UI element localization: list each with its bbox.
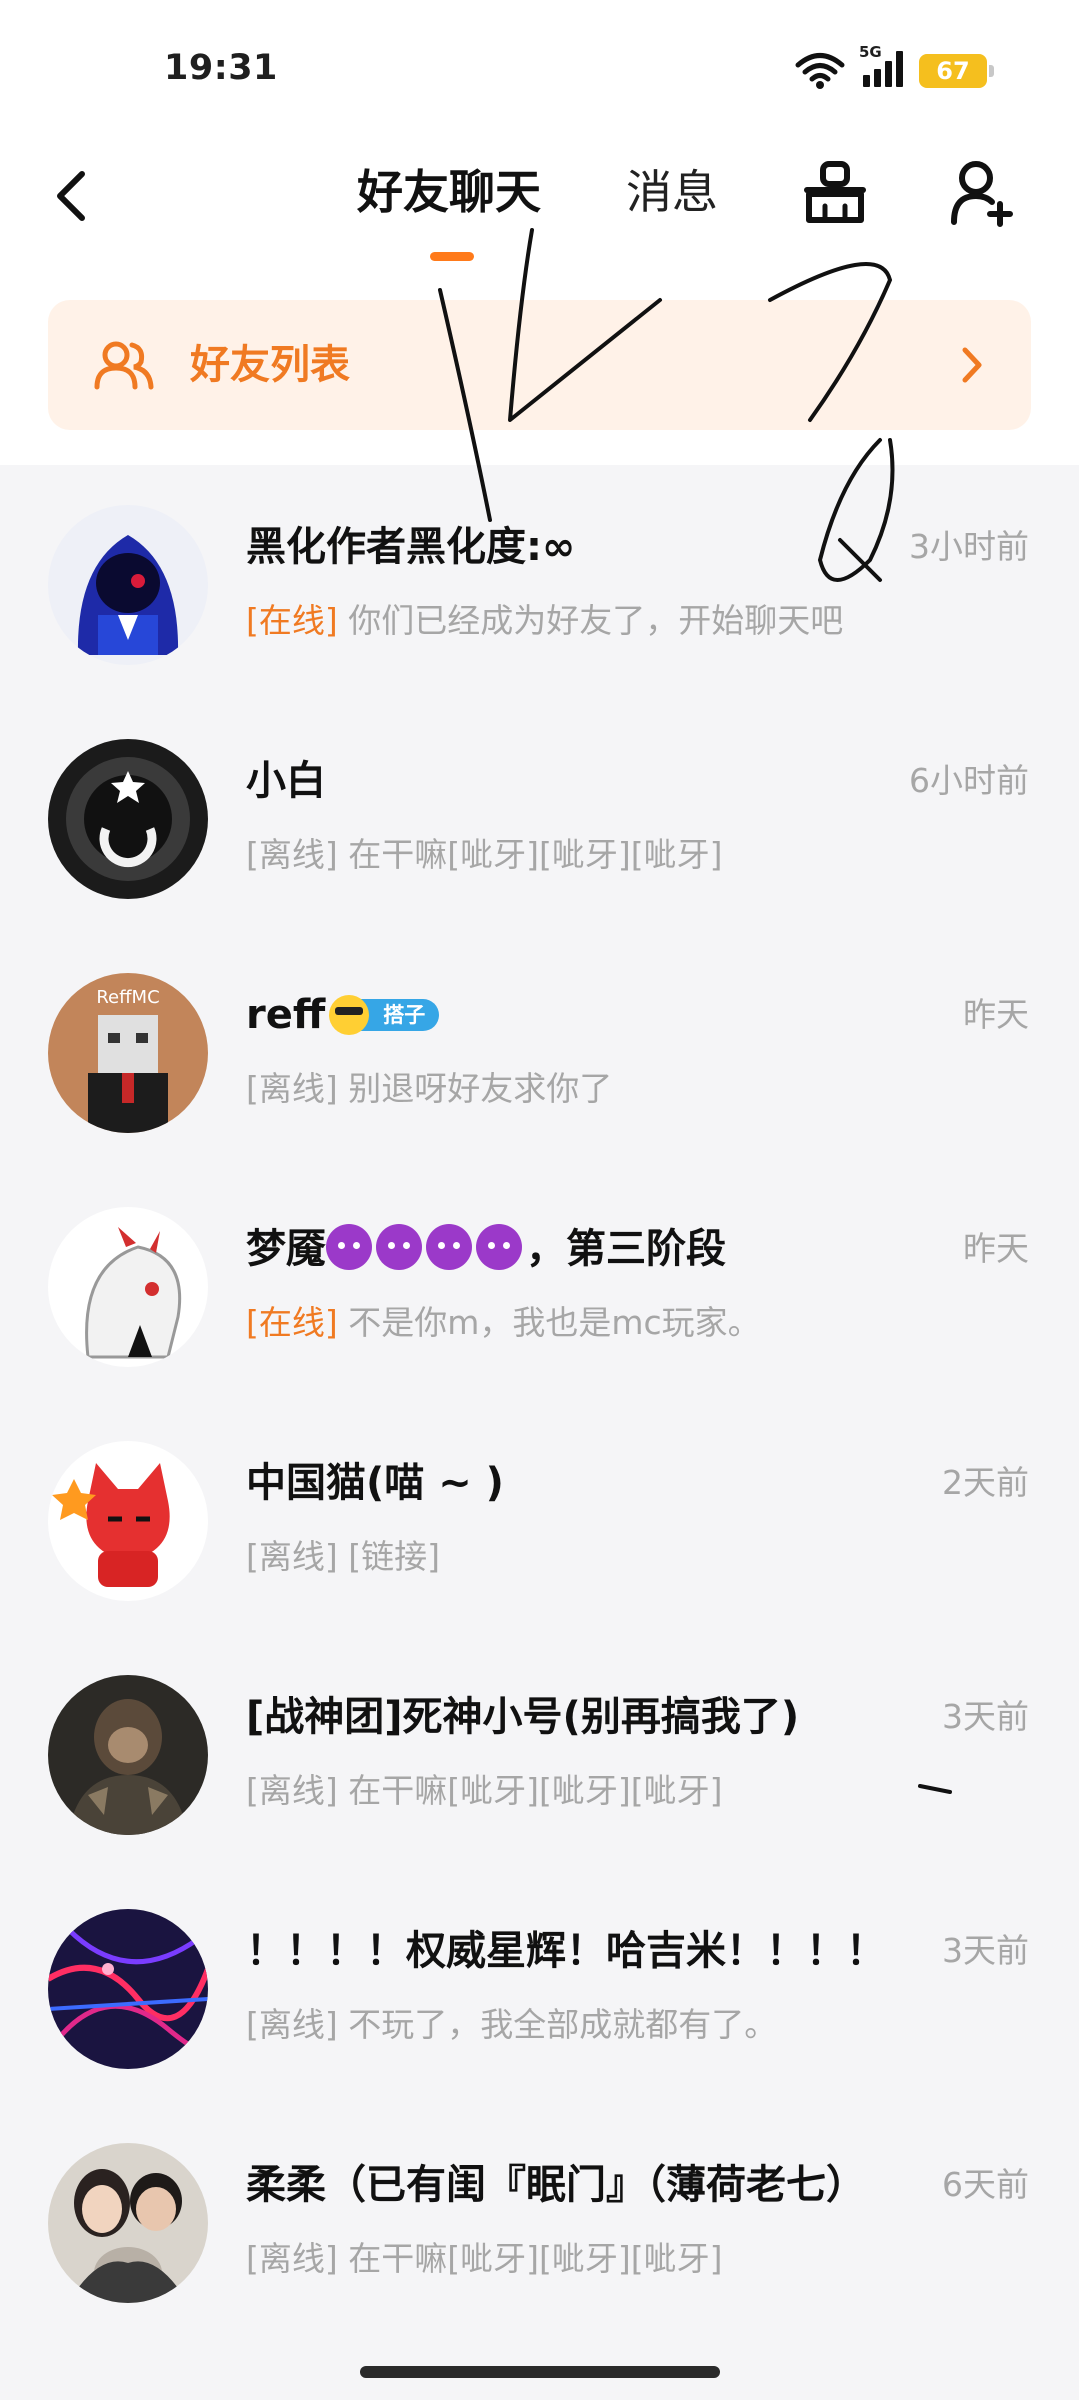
chat-row[interactable]: ReffMC reff 搭子 昨天 [离线] 别退呀好友求你了 [0,933,1079,1167]
devil-emoji-icon [426,1224,472,1270]
last-message: 别退呀好友求你了 [348,1069,613,1108]
chat-name: 黑化作者黑化度:∞ [246,524,576,570]
chat-name: 中国猫(喵 ~ ) [246,1460,504,1506]
offline-status: [离线] [246,1771,338,1810]
offline-status: [离线] [246,2239,338,2278]
devil-emoji-icon [476,1224,522,1270]
online-status: [在线] [246,1303,338,1342]
chat-name: 小白 [246,758,326,804]
nav-header: 好友聊天 消息 [0,140,1079,270]
avatar [48,1909,208,2069]
clean-button[interactable] [803,158,867,228]
avatar [48,1441,208,1601]
friend-list-label: 好友列表 [190,342,350,388]
chat-row[interactable]: 小白 6小时前 [离线] 在干嘛[呲牙][呲牙][呲牙] [0,699,1079,933]
offline-status: [离线] [246,1537,338,1576]
cell-signal-icon: 5G [859,43,905,93]
last-message: 在干嘛[呲牙][呲牙][呲牙] [348,2239,723,2278]
devil-emoji-icon [326,1224,372,1270]
friends-icon [94,341,154,390]
offline-status: [离线] [246,1069,338,1108]
add-user-icon [951,161,1013,227]
tab-friend-chat[interactable]: 好友聊天 [357,162,541,222]
avatar: ReffMC [48,973,208,1133]
offline-status: [离线] [246,835,338,874]
chat-row[interactable]: ！！！！权威星辉！哈吉米！！！！ 3天前 [离线] 不玩了，我全部成就都有了。 [0,1869,1079,2103]
chat-time: 3小时前 [909,527,1029,566]
avatar [48,1207,208,1367]
chat-preview: [离线] [链接] [246,1533,440,1581]
wifi-icon [795,52,845,90]
active-tab-indicator [430,252,474,261]
last-message: 你们已经成为好友了，开始聊天吧 [348,601,844,640]
sunglasses-emoji-icon [329,995,370,1035]
chat-preview: [离线] 别退呀好友求你了 [246,1065,612,1113]
status-time: 19:31 [164,48,278,88]
broom-icon [804,161,866,223]
tab-messages[interactable]: 消息 [626,162,718,222]
partner-badge: 搭子 [329,995,440,1035]
chat-preview: [离线] 在干嘛[呲牙][呲牙][呲牙] [246,2235,723,2283]
chat-time: 2天前 [942,1463,1029,1502]
chat-name: 梦魇 ，第三阶段 [246,1224,726,1272]
devil-emoji-icon [376,1224,422,1270]
offline-status: [离线] [246,2005,338,2044]
avatar-text: ReffMC [96,987,159,1008]
status-bar: 19:31 5G 67 [0,0,1079,140]
chat-name: ！！！！权威星辉！哈吉米！！！！ [246,1928,886,1974]
chevron-right-icon [962,347,982,383]
last-message: 不是你m，我也是mc玩家。 [348,1303,761,1342]
chat-row[interactable]: [战神团]死神小号(别再搞我了) 3天前 [离线] 在干嘛[呲牙][呲牙][呲牙… [0,1635,1079,1869]
back-button[interactable] [48,166,98,226]
last-message: 不玩了，我全部成就都有了。 [348,2005,778,2044]
chat-preview: [在线] 不是你m，我也是mc玩家。 [246,1299,761,1347]
chat-name: 柔柔（已有闺『眠门』（薄荷老七） [246,2162,866,2208]
online-status: [在线] [246,601,338,640]
chat-time: 3天前 [942,1697,1029,1736]
chat-name: reff 搭子 [246,987,440,1043]
add-friend-button[interactable] [950,158,1016,228]
chat-time: 3天前 [942,1931,1029,1970]
avatar [48,739,208,899]
chat-row[interactable]: 柔柔（已有闺『眠门』（薄荷老七） 6天前 [离线] 在干嘛[呲牙][呲牙][呲牙… [0,2103,1079,2337]
chevron-left-icon [57,171,85,221]
battery-icon: 67 [919,54,994,88]
friend-list-banner[interactable]: 好友列表 [48,300,1031,430]
last-message: 在干嘛[呲牙][呲牙][呲牙] [348,835,723,874]
chat-row[interactable]: 中国猫(喵 ~ ) 2天前 [离线] [链接] [0,1401,1079,1635]
avatar [48,2143,208,2303]
chat-time: 昨天 [963,1229,1029,1268]
home-indicator[interactable] [360,2366,720,2378]
chat-preview: [离线] 不玩了，我全部成就都有了。 [246,2001,777,2049]
chat-preview: [离线] 在干嘛[呲牙][呲牙][呲牙] [246,831,723,879]
chat-preview: [离线] 在干嘛[呲牙][呲牙][呲牙] [246,1767,723,1815]
last-message: [链接] [348,1537,440,1576]
chat-name: [战神团]死神小号(别再搞我了) [246,1694,800,1740]
chat-time: 昨天 [963,995,1029,1034]
avatar [48,505,208,665]
chat-time: 6小时前 [909,761,1029,800]
chat-preview: [在线] 你们已经成为好友了，开始聊天吧 [246,597,843,645]
status-icons: 5G 67 [795,43,994,94]
network-type: 5G [859,43,882,61]
last-message: 在干嘛[呲牙][呲牙][呲牙] [348,1771,723,1810]
chat-row[interactable]: 黑化作者黑化度:∞ 3小时前 [在线] 你们已经成为好友了，开始聊天吧 [0,465,1079,699]
chat-time: 6天前 [942,2165,1029,2204]
avatar [48,1675,208,1835]
chat-row[interactable]: 梦魇 ，第三阶段 昨天 [在线] 不是你m，我也是mc玩家。 [0,1167,1079,1401]
